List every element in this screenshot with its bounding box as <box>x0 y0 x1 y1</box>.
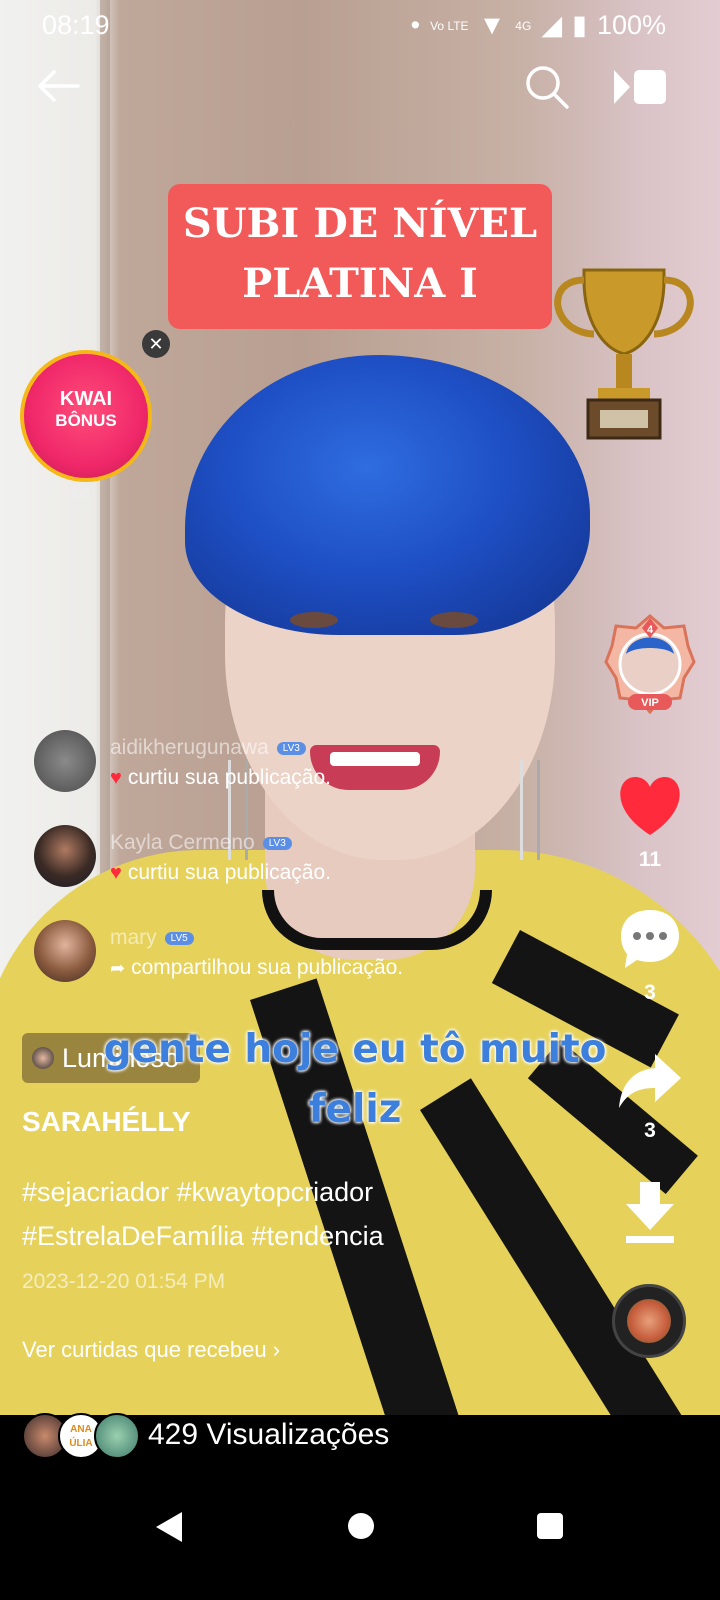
comment-icon <box>621 910 679 968</box>
heart-icon: ♥ <box>110 861 122 884</box>
notification-action: ➦ compartilhou sua publicação. <box>110 956 403 980</box>
nav-home-icon[interactable] <box>348 1513 374 1539</box>
share-arrow-icon <box>619 1054 681 1108</box>
level-badge: LV3 <box>276 741 306 755</box>
bonus-count: 6/6 <box>72 486 91 501</box>
status-indicators: • Vo LTE ▼ 4G ◢ ▮ 100% <box>411 10 666 41</box>
post-date: 2023-12-20 01:54 PM <box>22 1270 226 1293</box>
avatar <box>34 825 96 887</box>
level-badge: LV3 <box>262 836 292 850</box>
notification-user: Kayla Cermeno LV3 <box>110 831 292 855</box>
play-queue-icon[interactable] <box>612 68 668 106</box>
video-subject-hair <box>185 355 590 635</box>
battery-level: 100% <box>596 10 666 40</box>
notification-username: mary <box>110 926 157 949</box>
eye <box>290 612 338 628</box>
volte-icon: Vo LTE <box>430 18 469 33</box>
notification-action: ♥ curtiu sua publicação. <box>110 766 331 790</box>
avatar <box>34 920 96 982</box>
banner-line1: SUBI DE NÍVEL <box>182 200 538 247</box>
music-disc-icon[interactable] <box>612 1284 686 1358</box>
notification-item[interactable]: Kayla Cermeno LV3 ♥ curtiu sua publicaçã… <box>34 825 554 887</box>
music-disc-cover <box>627 1299 671 1343</box>
network-label: 4G <box>515 18 532 33</box>
notification-item[interactable]: aidikherugunawa LV3 ♥ curtiu sua publica… <box>34 730 554 792</box>
comment-count: 3 <box>644 981 656 1004</box>
level-badge: LV5 <box>164 931 194 945</box>
viewer-avatars[interactable]: ANA ÚLIA <box>22 1413 142 1461</box>
eye <box>430 612 478 628</box>
vip-label: VIP <box>641 697 659 709</box>
signal-icon: ◢ <box>541 10 563 40</box>
notification-username: aidikherugunawa <box>110 736 269 759</box>
search-icon[interactable] <box>524 64 570 110</box>
notification-dot-icon: • <box>410 10 421 40</box>
notification-user: aidikherugunawa LV3 <box>110 736 306 760</box>
bonus-line2: BÔNUS <box>55 411 117 430</box>
bonus-line1: KWAI <box>59 388 113 410</box>
avatar <box>34 730 96 792</box>
like-button[interactable]: 11 <box>612 775 688 872</box>
hashtags-line1[interactable]: #sejacriador #kwaytopcriador <box>22 1170 442 1214</box>
notification-action: ♥ curtiu sua publicação. <box>110 861 331 885</box>
level-up-banner: SUBI DE NÍVEL PLATINA I <box>168 184 552 329</box>
share-arrow-icon: ➦ <box>110 957 126 978</box>
author-name[interactable]: SARAHÉLLY <box>22 1106 191 1138</box>
notification-username: Kayla Cermeno <box>110 831 255 854</box>
views-count[interactable]: 429 Visualizações <box>148 1418 389 1452</box>
wifi-icon: ▼ <box>478 10 506 40</box>
back-arrow-icon[interactable] <box>34 62 82 110</box>
heart-icon <box>620 777 680 835</box>
chevron-right-icon: › <box>272 1337 281 1362</box>
nav-back-icon[interactable] <box>154 1510 184 1544</box>
heart-icon: ♥ <box>110 766 122 789</box>
view-likes-label: Ver curtidas que recebeu <box>22 1337 267 1362</box>
notification-item[interactable]: mary LV5 ➦ compartilhou sua publicação. <box>34 920 554 982</box>
download-button[interactable] <box>612 1180 688 1251</box>
post-hashtags[interactable]: #sejacriador #kwaytopcriador #EstrelaDeF… <box>22 1170 442 1258</box>
vip-creator-badge[interactable]: 4 VIP <box>604 614 696 714</box>
status-bar: 08:19 • Vo LTE ▼ 4G ◢ ▮ 100% <box>0 0 720 56</box>
share-button[interactable]: 3 <box>612 1050 688 1143</box>
notification-action-text: curtiu sua publicação. <box>127 766 331 789</box>
close-bonus-button[interactable]: ✕ <box>142 330 170 358</box>
battery-icon: ▮ <box>572 10 587 40</box>
hashtags-line2[interactable]: #EstrelaDeFamília #tendencia <box>22 1214 442 1258</box>
download-icon <box>626 1182 674 1243</box>
kwai-bonus-button[interactable]: KWAI BÔNUS <box>20 350 152 482</box>
notification-action-text: curtiu sua publicação. <box>127 861 331 884</box>
comment-button[interactable]: 3 <box>612 906 688 1005</box>
avatar <box>94 1413 140 1459</box>
like-count: 11 <box>638 848 662 871</box>
caption-line1: gente hoje eu tô muito <box>103 1027 607 1072</box>
share-count: 3 <box>644 1119 656 1142</box>
vip-level: 4 <box>647 624 654 636</box>
trophy-icon <box>554 268 694 440</box>
banner-line2: PLATINA I <box>242 260 478 307</box>
avatar-label: ANA ÚLIA <box>69 1424 93 1449</box>
nav-recents-icon[interactable] <box>537 1513 563 1539</box>
notification-user: mary LV5 <box>110 926 194 950</box>
notification-action-text: compartilhou sua publicação. <box>131 956 404 979</box>
status-time: 08:19 <box>42 10 110 40</box>
effect-icon <box>32 1047 54 1069</box>
view-likes-link[interactable]: Ver curtidas que recebeu › <box>22 1337 280 1363</box>
